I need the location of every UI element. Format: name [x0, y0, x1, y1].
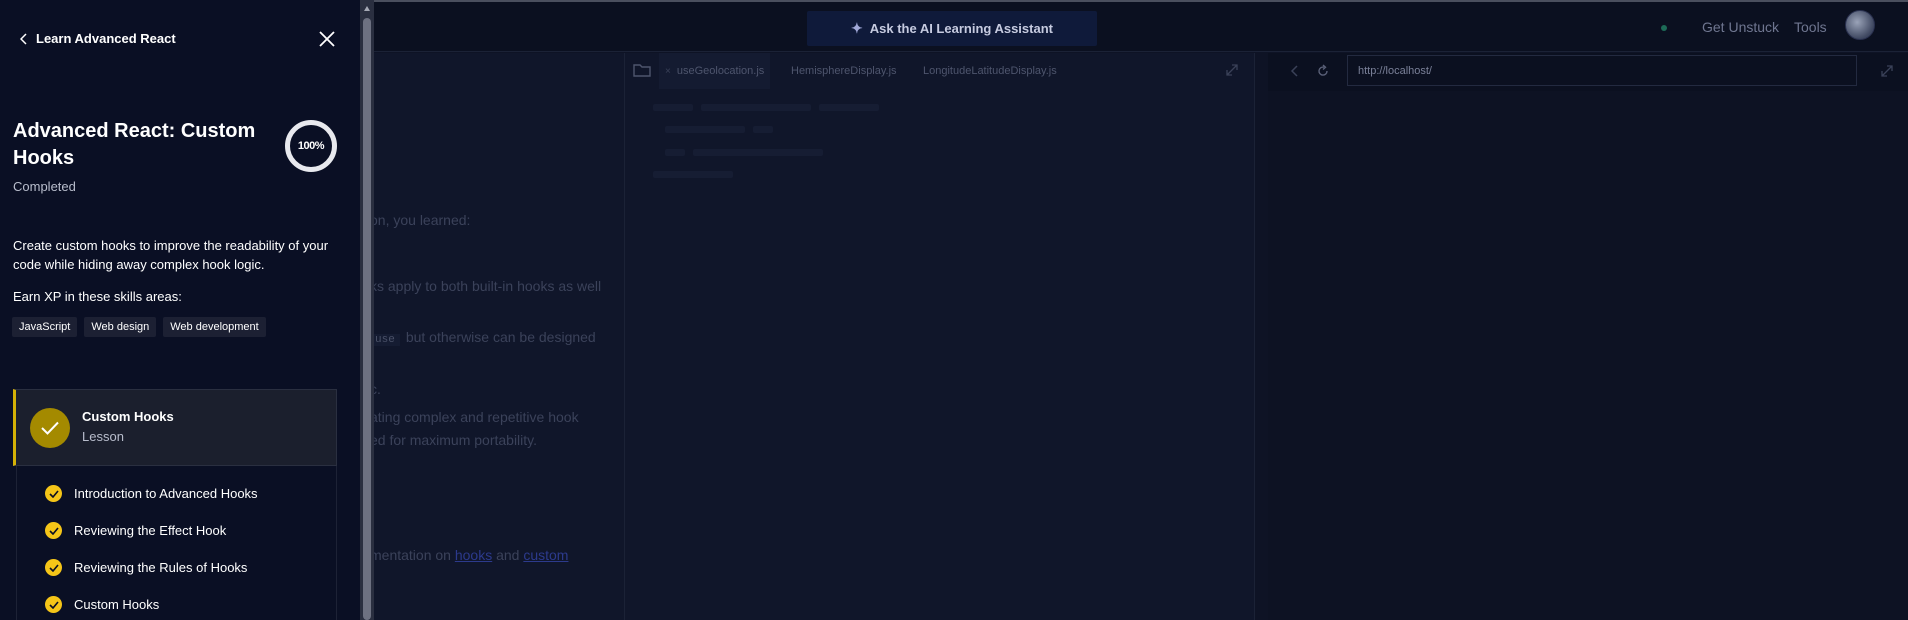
tab-label: useGeolocation.js — [676, 65, 765, 77]
lesson-text-fragment: but otherwise can be designed — [405, 329, 596, 345]
course-description: Create custom hooks to improve the reada… — [13, 238, 329, 272]
lesson-text-line: mentation on hooks and custom — [370, 547, 568, 563]
chevron-left-icon — [20, 32, 27, 45]
code-line — [665, 149, 685, 156]
ai-assistant-label: Ask the AI Learning Assistant — [869, 21, 1053, 36]
tab-hemispheredisplay[interactable]: HemisphereDisplay.js — [791, 53, 897, 89]
code-line — [819, 104, 879, 111]
custom-hooks-link[interactable]: custom — [523, 547, 568, 563]
sidebar-scrollbar[interactable] — [360, 0, 374, 620]
lesson-text-line: ed for maximum portability. — [370, 432, 538, 448]
tab-longitudelatitudedisplay[interactable]: LongitudeLatitudeDisplay.js — [923, 53, 1057, 89]
skill-chip: Web design — [84, 317, 157, 337]
app-window: ✦ Ask the AI Learning Assistant Get Unst… — [0, 0, 1908, 620]
expand-icon[interactable] — [1225, 63, 1239, 77]
course-title: Advanced React: Custom Hooks — [13, 120, 256, 169]
tab-usegeolocation[interactable]: × useGeolocation.js — [659, 53, 771, 89]
avatar[interactable] — [1845, 10, 1875, 40]
folder-icon[interactable] — [633, 63, 651, 77]
current-lesson-card[interactable]: Custom Hooks Lesson — [13, 389, 337, 466]
code-line — [693, 149, 823, 156]
skill-chips: JavaScript Web design Web development — [12, 317, 266, 337]
code-line — [701, 104, 811, 111]
progress-ring: 100% — [285, 120, 337, 172]
editor-tab-bar: × useGeolocation.js HemisphereDisplay.js … — [625, 53, 1255, 89]
lesson-text-line: on, you learned: — [370, 212, 471, 228]
progress-label: 100% — [297, 140, 325, 152]
step-label: Introduction to Advanced Hooks — [74, 486, 258, 501]
tools-button[interactable]: Tools — [1794, 19, 1827, 35]
sparkle-icon: ✦ — [851, 20, 863, 36]
tab-label: LongitudeLatitudeDisplay.js — [923, 65, 1057, 77]
lesson-text-line: ks apply to both built-in hooks as well — [370, 278, 602, 294]
code-line — [653, 171, 733, 178]
check-icon — [45, 559, 62, 576]
skill-chip: Web development — [163, 317, 266, 337]
close-icon[interactable] — [318, 30, 336, 48]
browser-preview: http://localhost/ — [1268, 53, 1908, 620]
lesson-text-fragment: and — [492, 547, 524, 563]
skill-chip: JavaScript — [12, 317, 78, 337]
expand-icon[interactable] — [1880, 64, 1894, 78]
lesson-text-fragment: mentation on — [370, 547, 455, 563]
hooks-link[interactable]: hooks — [455, 547, 492, 563]
lesson-type: Lesson — [82, 429, 124, 444]
ai-assistant-button[interactable]: ✦ Ask the AI Learning Assistant — [807, 11, 1097, 46]
lesson-text-line: ating complex and repetitive hook — [370, 409, 579, 425]
status-dot — [1661, 25, 1667, 31]
refresh-icon[interactable] — [1316, 64, 1330, 78]
course-sidebar: Learn Advanced React Advanced React: Cus… — [0, 0, 360, 620]
step-label: Reviewing the Rules of Hooks — [74, 560, 248, 575]
lesson-text-line: use but otherwise can be designed — [370, 329, 596, 346]
lesson-step-list: Introduction to Advanced Hooks Reviewing… — [16, 466, 337, 620]
code-line — [753, 126, 773, 133]
step-label: Reviewing the Effect Hook — [74, 523, 227, 538]
xp-label: Earn XP in these skills areas: — [13, 289, 182, 304]
check-circle-icon — [30, 408, 70, 448]
step-label: Custom Hooks — [74, 597, 160, 612]
code-editor: × useGeolocation.js HemisphereDisplay.js … — [624, 53, 1254, 620]
url-input[interactable]: http://localhost/ — [1347, 55, 1857, 86]
list-item[interactable]: Introduction to Advanced Hooks — [45, 485, 258, 502]
get-unstuck-button[interactable]: Get Unstuck — [1702, 19, 1779, 35]
inline-code: use — [370, 334, 400, 346]
course-status: Completed — [13, 179, 76, 194]
scroll-up-arrow-icon[interactable] — [364, 6, 370, 11]
lesson-name: Custom Hooks — [82, 409, 174, 424]
back-link-label: Learn Advanced React — [36, 31, 176, 46]
list-item[interactable]: Reviewing the Rules of Hooks — [45, 559, 247, 576]
check-icon — [45, 596, 62, 613]
back-to-course-link[interactable]: Learn Advanced React — [20, 31, 176, 46]
check-icon — [45, 522, 62, 539]
list-item[interactable]: Custom Hooks — [45, 596, 159, 613]
list-item[interactable]: Reviewing the Effect Hook — [45, 522, 226, 539]
code-line — [665, 126, 745, 133]
editor-scrollbar[interactable] — [1254, 53, 1268, 620]
close-tab-icon[interactable]: × — [665, 66, 671, 77]
tab-label: HemisphereDisplay.js — [791, 65, 897, 77]
scrollbar-thumb[interactable] — [363, 18, 371, 620]
back-arrow-icon[interactable] — [1288, 64, 1302, 78]
browser-toolbar: http://localhost/ — [1268, 53, 1908, 91]
code-line — [653, 104, 693, 111]
check-icon — [45, 485, 62, 502]
